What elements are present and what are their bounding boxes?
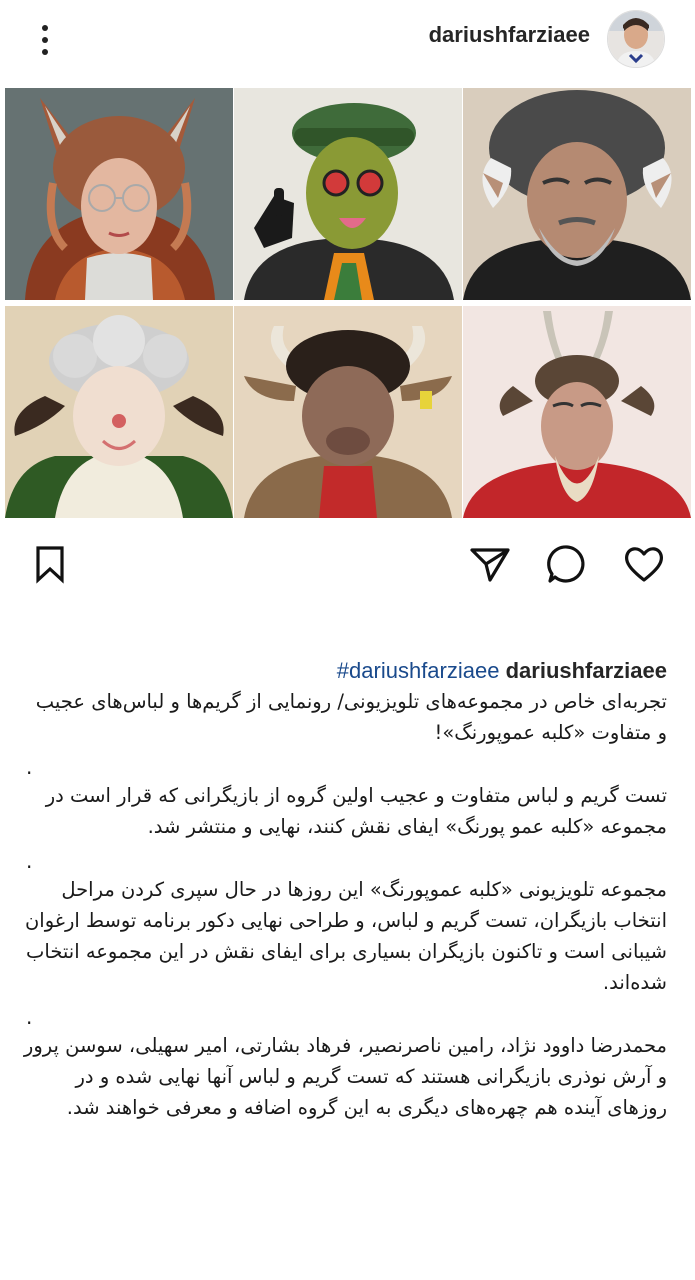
dot [42,49,48,55]
caption-paragraph-1: تجربه‌ای خاص در مجموعه‌های تلویزیونی/ رو… [35,690,667,744]
fox-character-photo[interactable] [5,88,233,300]
bookmark-icon[interactable] [28,542,72,586]
sheep-character-photo[interactable] [5,306,233,518]
caption-hashtag[interactable]: #dariushfarziaee [337,658,500,683]
caption-username[interactable]: dariushfarziaee [506,658,667,683]
bearded-troll-character-photo[interactable] [463,88,691,300]
photo-collage [5,88,691,518]
green-goblin-character-photo[interactable] [234,88,462,300]
send-icon[interactable] [468,542,512,586]
caption-separator: . [26,1005,33,1029]
caption-separator: . [26,849,33,873]
goat-character-photo[interactable] [463,306,691,518]
post-caption: #dariushfarziaee dariushfarziaee تجربه‌ا… [22,655,667,1123]
bull-character-photo[interactable] [234,306,462,518]
comment-icon[interactable] [545,542,589,586]
caption-paragraph-2: تست گریم و لباس متفاوت و عجیب اولین گروه… [45,784,667,838]
avatar-image [608,11,664,67]
dot [42,25,48,31]
caption-paragraph-4: محمدرضا داوود نژاد، رامین ناصرنصیر، فرها… [23,1034,667,1119]
post-username[interactable]: dariushfarziaee [429,22,590,48]
post-actions-bar [0,530,695,600]
heart-icon[interactable] [622,542,666,586]
caption-separator: . [26,755,33,779]
post-header: dariushfarziaee [0,0,695,78]
dot [42,37,48,43]
profile-avatar[interactable] [607,10,665,68]
more-options-icon[interactable] [30,20,60,60]
caption-header: #dariushfarziaee dariushfarziaee [22,655,667,686]
caption-paragraph-3: مجموعه تلویزیونی «کلبه عموپورنگ» این روز… [24,878,667,994]
